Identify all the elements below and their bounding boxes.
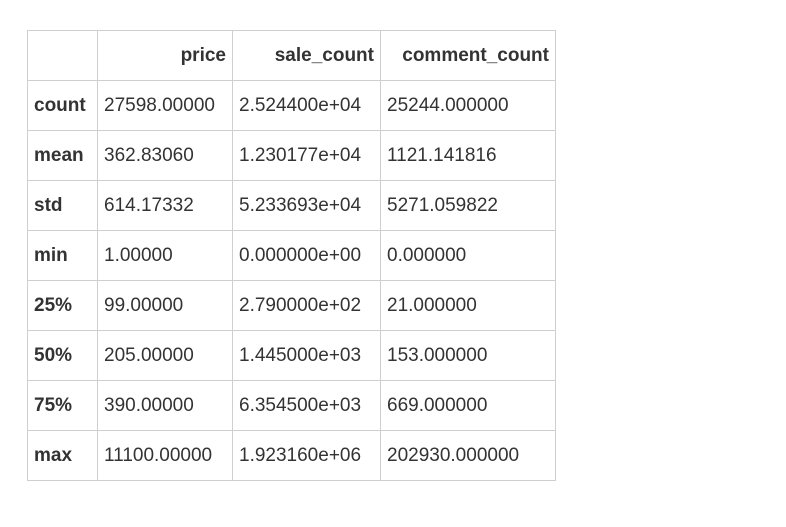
- cell-comment-count: 21.000000: [380, 280, 556, 331]
- table-row: min 1.00000 0.000000e+00 0.000000: [27, 230, 556, 281]
- row-label: std: [27, 180, 98, 231]
- row-label: mean: [27, 130, 98, 181]
- table-row: max 11100.00000 1.923160e+06 202930.0000…: [27, 430, 556, 481]
- cell-comment-count: 153.000000: [380, 330, 556, 381]
- row-label: min: [27, 230, 98, 281]
- cell-sale-count: 1.445000e+03: [232, 330, 381, 381]
- table-row: 50% 205.00000 1.445000e+03 153.000000: [27, 330, 556, 381]
- cell-sale-count: 1.230177e+04: [232, 130, 381, 181]
- cell-price: 362.83060: [97, 130, 233, 181]
- table-row: std 614.17332 5.233693e+04 5271.059822: [27, 180, 556, 231]
- cell-comment-count: 0.000000: [380, 230, 556, 281]
- cell-comment-count: 25244.000000: [380, 80, 556, 131]
- cell-sale-count: 5.233693e+04: [232, 180, 381, 231]
- row-label: 75%: [27, 380, 98, 431]
- row-label: max: [27, 430, 98, 481]
- cell-comment-count: 5271.059822: [380, 180, 556, 231]
- cell-price: 614.17332: [97, 180, 233, 231]
- cell-price: 11100.00000: [97, 430, 233, 481]
- table-row: mean 362.83060 1.230177e+04 1121.141816: [27, 130, 556, 181]
- cell-sale-count: 1.923160e+06: [232, 430, 381, 481]
- header-row: price sale_count comment_count: [27, 30, 556, 81]
- cell-price: 27598.00000: [97, 80, 233, 131]
- table-body: count 27598.00000 2.524400e+04 25244.000…: [27, 80, 556, 481]
- row-label: 50%: [27, 330, 98, 381]
- row-label: 25%: [27, 280, 98, 331]
- cell-price: 390.00000: [97, 380, 233, 431]
- cell-comment-count: 202930.000000: [380, 430, 556, 481]
- table-header: price sale_count comment_count: [27, 30, 556, 81]
- index-header-cell: [27, 30, 98, 81]
- cell-sale-count: 2.790000e+02: [232, 280, 381, 331]
- column-header-comment-count: comment_count: [380, 30, 556, 81]
- describe-stats-table: price sale_count comment_count count 275…: [27, 30, 556, 481]
- column-header-sale-count: sale_count: [232, 30, 381, 81]
- table-row: count 27598.00000 2.524400e+04 25244.000…: [27, 80, 556, 131]
- table-row: 25% 99.00000 2.790000e+02 21.000000: [27, 280, 556, 331]
- cell-sale-count: 2.524400e+04: [232, 80, 381, 131]
- table-row: 75% 390.00000 6.354500e+03 669.000000: [27, 380, 556, 431]
- cell-sale-count: 0.000000e+00: [232, 230, 381, 281]
- cell-price: 99.00000: [97, 280, 233, 331]
- row-label: count: [27, 80, 98, 131]
- cell-comment-count: 669.000000: [380, 380, 556, 431]
- cell-sale-count: 6.354500e+03: [232, 380, 381, 431]
- cell-comment-count: 1121.141816: [380, 130, 556, 181]
- cell-price: 1.00000: [97, 230, 233, 281]
- cell-price: 205.00000: [97, 330, 233, 381]
- column-header-price: price: [97, 30, 233, 81]
